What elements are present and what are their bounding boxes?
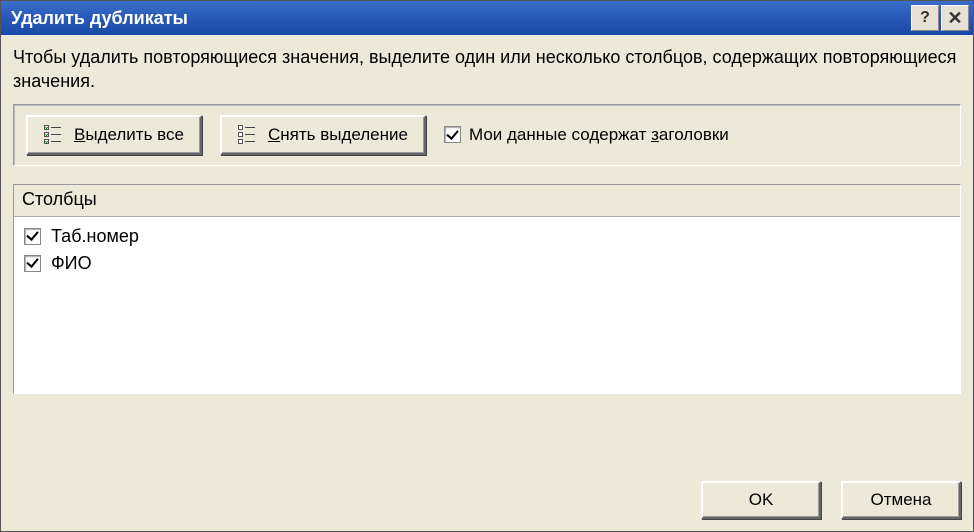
- select-all-icon: [44, 122, 64, 148]
- deselect-all-label: Снять выделение: [268, 125, 408, 145]
- toolbar-panel: Выделить все Снять выделение Мои данные …: [13, 104, 961, 166]
- deselect-all-icon: [238, 122, 258, 148]
- headers-checkbox[interactable]: [444, 126, 461, 143]
- cancel-label: Отмена: [871, 490, 932, 510]
- columns-list: Таб.номер ФИО: [14, 217, 960, 393]
- column-label: ФИО: [51, 253, 92, 274]
- column-item[interactable]: ФИО: [18, 250, 956, 277]
- ok-button[interactable]: OK: [701, 481, 821, 519]
- help-button[interactable]: ?: [911, 5, 939, 31]
- question-icon: ?: [920, 9, 930, 27]
- select-all-label: Выделить все: [74, 125, 184, 145]
- titlebar-buttons: ? ✕: [911, 5, 969, 31]
- footer-buttons: OK Отмена: [13, 465, 961, 519]
- select-all-button[interactable]: Выделить все: [26, 115, 202, 155]
- column-label: Таб.номер: [51, 226, 139, 247]
- close-button[interactable]: ✕: [941, 5, 969, 31]
- titlebar: Удалить дубликаты ? ✕: [1, 1, 973, 35]
- cancel-button[interactable]: Отмена: [841, 481, 961, 519]
- dialog-content: Чтобы удалить повторяющиеся значения, вы…: [1, 35, 973, 531]
- instruction-text: Чтобы удалить повторяющиеся значения, вы…: [13, 45, 961, 94]
- ok-label: OK: [749, 490, 774, 510]
- dialog-window: Удалить дубликаты ? ✕ Чтобы удалить повт…: [0, 0, 974, 532]
- close-icon: ✕: [947, 8, 962, 29]
- column-checkbox[interactable]: [24, 255, 41, 272]
- window-title: Удалить дубликаты: [11, 8, 911, 29]
- deselect-all-button[interactable]: Снять выделение: [220, 115, 426, 155]
- headers-label: Мои данные содержат заголовки: [469, 125, 729, 145]
- column-checkbox[interactable]: [24, 228, 41, 245]
- columns-panel: Столбцы Таб.номер ФИО: [13, 184, 961, 394]
- column-item[interactable]: Таб.номер: [18, 223, 956, 250]
- columns-header: Столбцы: [14, 185, 960, 217]
- headers-checkbox-wrap[interactable]: Мои данные содержат заголовки: [444, 125, 729, 145]
